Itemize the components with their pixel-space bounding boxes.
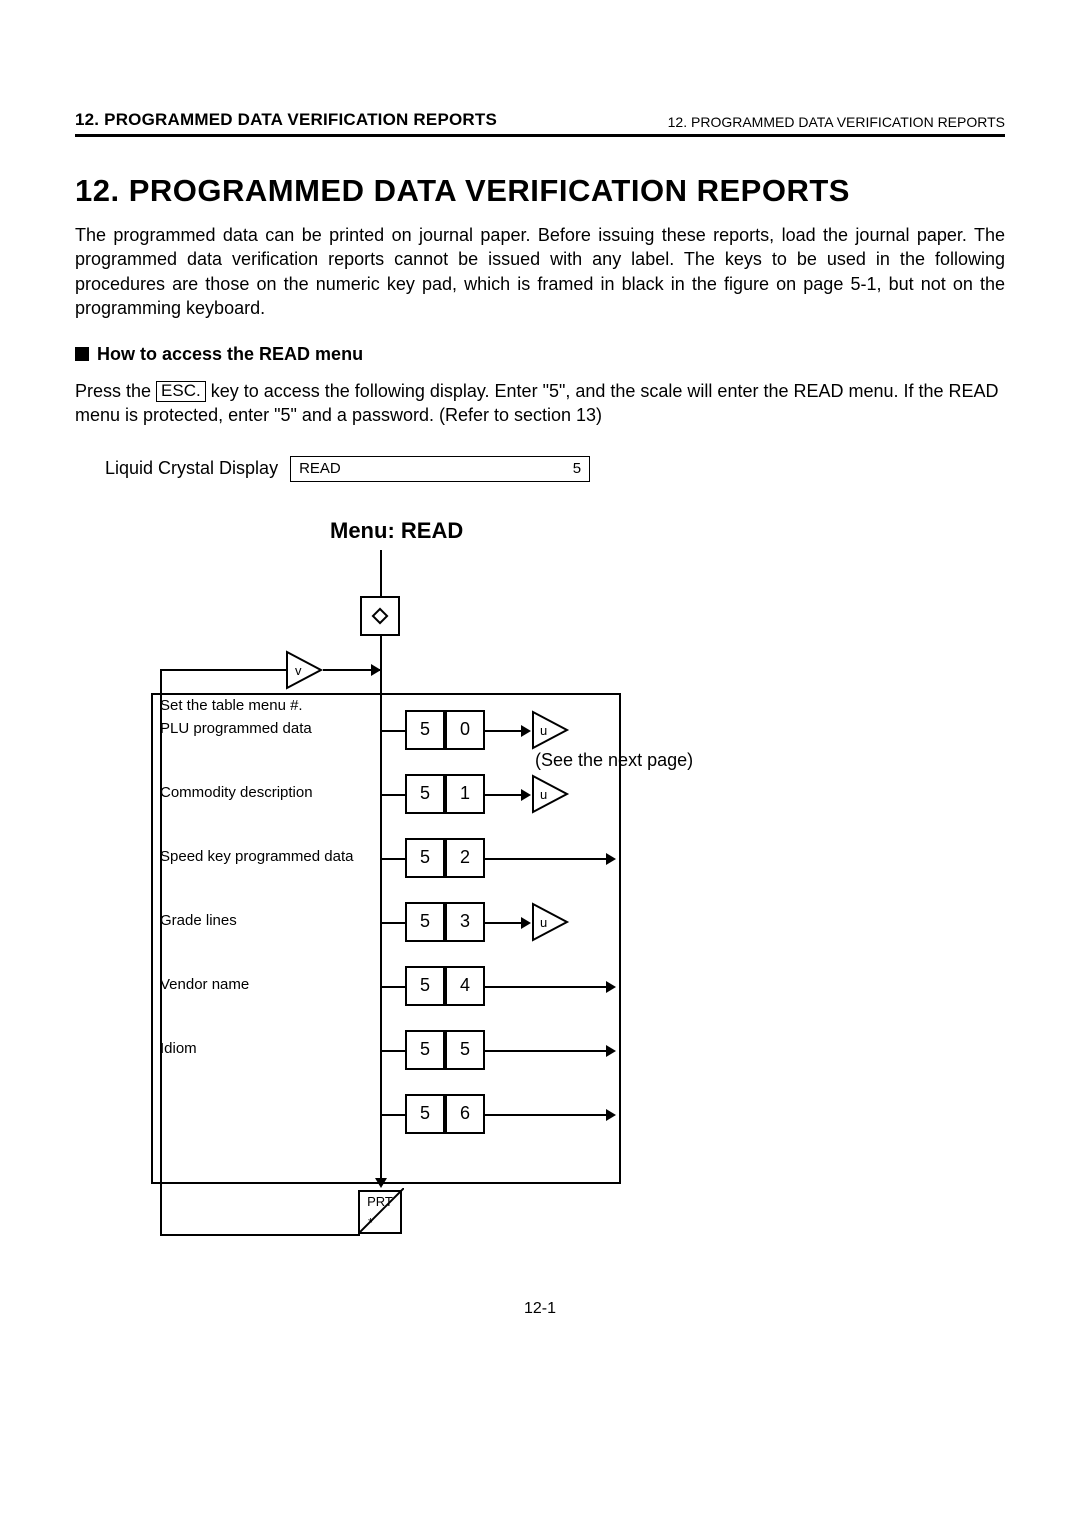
diamond-icon	[372, 607, 389, 624]
svg-text:u: u	[540, 915, 547, 930]
arrow-right-icon	[521, 725, 531, 737]
row0-label: PLU programmed data	[160, 720, 312, 737]
subheading-text: How to access the READ menu	[97, 344, 363, 364]
intro-paragraph: The programmed data can be printed on jo…	[75, 223, 1005, 320]
arrow-right-icon	[521, 917, 531, 929]
line	[160, 669, 162, 1235]
prt-diagonal-icon	[360, 1188, 404, 1232]
line	[380, 794, 405, 796]
arrow-right-icon	[606, 853, 616, 865]
row2-key1: 5	[405, 838, 445, 878]
line	[160, 669, 287, 671]
row4-key1: 5	[405, 966, 445, 1006]
header-left: 12. PROGRAMMED DATA VERIFICATION REPORTS	[75, 110, 497, 130]
page-title: 12. PROGRAMMED DATA VERIFICATION REPORTS	[75, 173, 1005, 209]
line	[485, 1114, 610, 1116]
bullet-square-icon	[75, 347, 89, 361]
svg-text:u: u	[540, 787, 547, 802]
arrow-right-icon	[606, 1109, 616, 1121]
line	[380, 1114, 405, 1116]
row3-triangle-icon: u	[531, 902, 571, 942]
svg-text:u: u	[540, 723, 547, 738]
line	[151, 693, 153, 1183]
row0-key1: 5	[405, 710, 445, 750]
flow-diagram: v Set the table menu #. PLU programmed d…	[105, 550, 965, 1270]
para2-a: Press the	[75, 381, 156, 401]
row0-key2: 0	[445, 710, 485, 750]
row6-key2: 6	[445, 1094, 485, 1134]
prt-star: *	[368, 1215, 373, 1230]
row6-key1: 5	[405, 1094, 445, 1134]
row1-label: Commodity description	[160, 784, 313, 801]
header-bar: 12. PROGRAMMED DATA VERIFICATION REPORTS…	[75, 110, 1005, 137]
row5-label: Idiom	[160, 1040, 197, 1057]
line	[485, 730, 525, 732]
line	[485, 794, 525, 796]
line	[485, 858, 610, 860]
para2-b: key to access the following display. Ent…	[75, 381, 999, 425]
line	[380, 986, 405, 988]
row5-key2: 5	[445, 1030, 485, 1070]
prt-key: PRT *	[358, 1190, 402, 1234]
row1-key2: 1	[445, 774, 485, 814]
lcd-label: Liquid Crystal Display	[105, 458, 278, 479]
esc-key: ESC.	[156, 381, 206, 402]
line	[380, 922, 405, 924]
row0-triangle-icon: u	[531, 710, 571, 750]
line	[160, 1234, 360, 1236]
lcd-right: 5	[573, 460, 581, 477]
arrow-right-icon	[606, 1045, 616, 1057]
line	[485, 1050, 610, 1052]
row2-key2: 2	[445, 838, 485, 878]
diamond-box	[360, 596, 400, 636]
page-number: 12-1	[75, 1300, 1005, 1318]
v-triangle-icon: v	[285, 650, 325, 690]
arrow-right-icon	[606, 981, 616, 993]
line	[380, 550, 382, 596]
lcd-box: READ 5	[290, 456, 590, 482]
arrow-right-icon	[521, 789, 531, 801]
menu-title: Menu: READ	[330, 518, 1005, 544]
lcd-row: Liquid Crystal Display READ 5	[105, 456, 1005, 482]
row1-key1: 5	[405, 774, 445, 814]
page: 12. PROGRAMMED DATA VERIFICATION REPORTS…	[0, 0, 1080, 1358]
subheading: How to access the READ menu	[75, 344, 1005, 365]
arrow-right-icon	[371, 664, 381, 676]
row5-key1: 5	[405, 1030, 445, 1070]
row1-triangle-icon: u	[531, 774, 571, 814]
lcd-left: READ	[299, 460, 341, 477]
line	[380, 730, 405, 732]
row4-label: Vendor name	[160, 976, 249, 993]
see-next-page: (See the next page)	[535, 750, 693, 771]
row4-key2: 4	[445, 966, 485, 1006]
access-paragraph: Press the ESC. key to access the followi…	[75, 379, 1005, 428]
header-right: 12. PROGRAMMED DATA VERIFICATION REPORTS	[668, 114, 1005, 130]
row3-label: Grade lines	[160, 912, 237, 929]
line	[380, 1050, 405, 1052]
row3-key2: 3	[445, 902, 485, 942]
arrow-down-icon	[375, 1178, 387, 1188]
row3-key1: 5	[405, 902, 445, 942]
svg-text:v: v	[295, 663, 302, 678]
line	[380, 858, 405, 860]
line	[485, 986, 610, 988]
row2-label: Speed key programmed data	[160, 848, 353, 865]
line	[485, 922, 525, 924]
line	[151, 693, 621, 695]
table-header-label: Set the table menu #.	[160, 697, 303, 714]
